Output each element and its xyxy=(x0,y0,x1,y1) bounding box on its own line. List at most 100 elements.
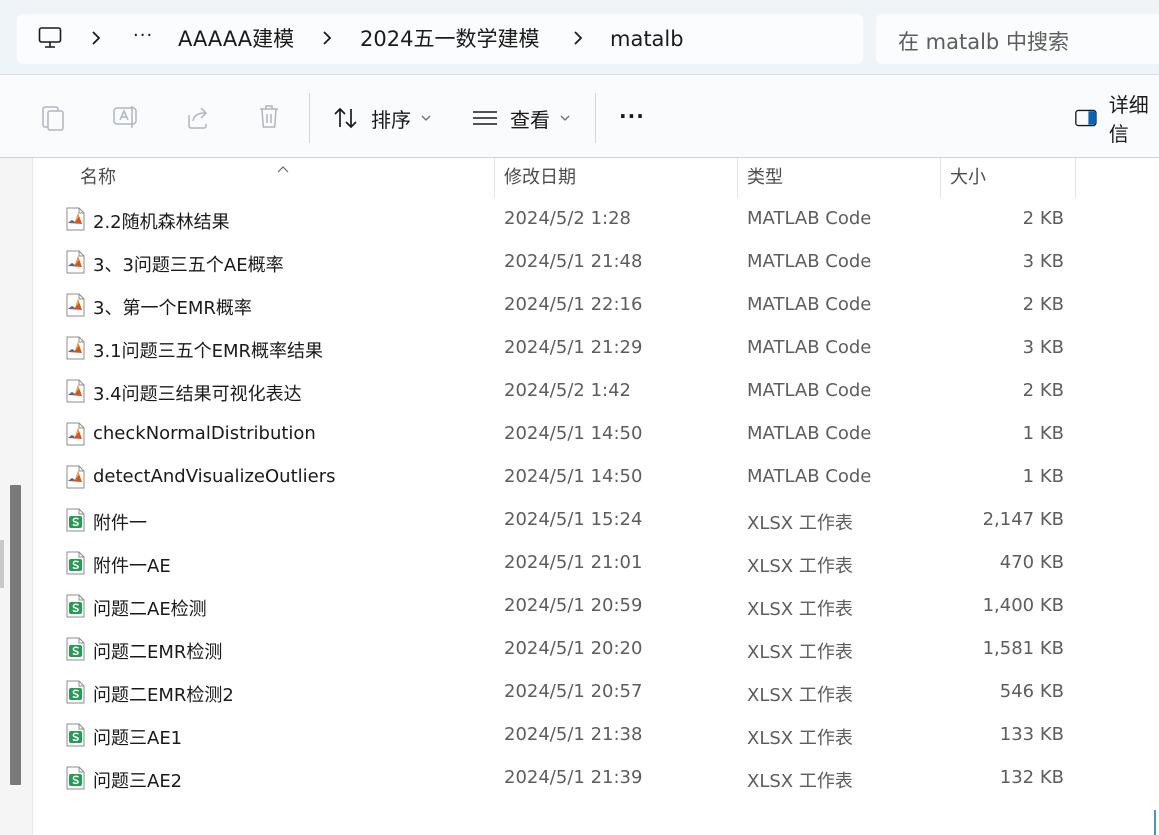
view-button[interactable]: 查看 xyxy=(472,103,570,133)
file-row[interactable]: 3.1问题三五个EMR概率结果 2024/5/1 21:29 MATLAB Code… xyxy=(60,328,1070,371)
file-name: detectAndVisualizeOutliers xyxy=(93,466,336,487)
breadcrumb-item-root[interactable]: AAAAA建模 xyxy=(178,25,294,53)
file-name: 问题二EMR检测 xyxy=(93,642,223,663)
file-row[interactable]: 问题三AE1 2024/5/1 21:38 XLSX 工作表 133 KB xyxy=(60,715,1070,758)
copy-icon[interactable] xyxy=(41,103,65,135)
breadcrumb-item-project[interactable]: 2024五一数学建模 xyxy=(360,25,539,53)
chevron-right-icon[interactable] xyxy=(90,30,102,50)
chevron-down-icon xyxy=(421,115,431,121)
file-size: 1,581 KB xyxy=(982,638,1064,659)
column-divider[interactable] xyxy=(1075,158,1076,198)
file-name: 3.1问题三五个EMR概率结果 xyxy=(93,341,324,362)
delete-icon[interactable] xyxy=(257,103,281,135)
file-size: 470 KB xyxy=(999,552,1064,573)
matlab-file-icon xyxy=(65,379,87,407)
matlab-file-icon xyxy=(65,293,87,321)
column-header-size[interactable]: 大小 xyxy=(950,158,986,198)
chevron-right-icon[interactable] xyxy=(572,30,584,50)
file-row[interactable]: 附件一AE 2024/5/1 21:01 XLSX 工作表 470 KB xyxy=(60,543,1070,586)
file-size: 2,147 KB xyxy=(982,509,1064,530)
more-options-button[interactable]: ··· xyxy=(619,101,645,131)
xlsx-file-icon xyxy=(65,637,87,665)
sort-label: 排序 xyxy=(371,107,411,132)
file-size: 1 KB xyxy=(1022,466,1064,487)
sort-ascending-icon xyxy=(276,158,290,177)
file-modified-date: 2024/5/1 20:59 xyxy=(504,595,643,616)
column-header-type[interactable]: 类型 xyxy=(747,158,783,198)
file-type: MATLAB Code xyxy=(747,423,872,444)
file-type: XLSX 工作表 xyxy=(747,513,853,534)
toolbar-divider xyxy=(595,93,596,143)
breadcrumb-item-current[interactable]: matalb xyxy=(610,25,684,53)
file-size: 2 KB xyxy=(1022,208,1064,229)
column-divider[interactable] xyxy=(737,158,738,198)
file-name: 问题三AE2 xyxy=(93,771,183,792)
file-type: XLSX 工作表 xyxy=(747,685,853,706)
rename-icon[interactable] xyxy=(112,103,140,135)
file-modified-date: 2024/5/1 14:50 xyxy=(504,466,643,487)
xlsx-file-icon xyxy=(65,594,87,622)
column-divider[interactable] xyxy=(940,158,941,198)
file-modified-date: 2024/5/1 22:16 xyxy=(504,294,643,315)
file-modified-date: 2024/5/1 21:39 xyxy=(504,767,643,788)
chevron-right-icon[interactable] xyxy=(321,30,333,50)
file-row[interactable]: 问题三AE2 2024/5/1 21:39 XLSX 工作表 132 KB xyxy=(60,758,1070,801)
xlsx-file-icon xyxy=(65,508,87,536)
matlab-file-icon xyxy=(65,465,87,493)
matlab-file-icon xyxy=(65,250,87,278)
file-type: XLSX 工作表 xyxy=(747,599,853,620)
file-type: MATLAB Code xyxy=(747,294,872,315)
view-label: 查看 xyxy=(510,107,550,132)
file-size: 2 KB xyxy=(1022,380,1064,401)
file-row[interactable]: 3、3问题三五个AE概率 2024/5/1 21:48 MATLAB Code 3 K… xyxy=(60,242,1070,285)
file-row[interactable]: 3、第一个EMR概率 2024/5/1 22:16 MATLAB Code 2 KB xyxy=(60,285,1070,328)
file-size: 1 KB xyxy=(1022,423,1064,444)
file-type: MATLAB Code xyxy=(747,380,872,401)
details-pane-icon xyxy=(1075,109,1097,127)
file-size: 133 KB xyxy=(999,724,1064,745)
file-type: MATLAB Code xyxy=(747,337,872,358)
file-size: 2 KB xyxy=(1022,294,1064,315)
matlab-file-icon xyxy=(65,336,87,364)
file-modified-date: 2024/5/1 20:20 xyxy=(504,638,643,659)
details-pane-button[interactable]: 详细信 xyxy=(1075,93,1159,146)
toolbar-divider xyxy=(309,93,310,143)
file-row[interactable]: 2.2随机森林结果 2024/5/2 1:28 MATLAB Code 2 KB xyxy=(60,199,1070,242)
share-icon[interactable] xyxy=(185,103,211,135)
xlsx-file-icon xyxy=(65,551,87,579)
pane-resize-handle[interactable] xyxy=(0,540,4,588)
file-name: 3.4问题三结果可视化表达 xyxy=(93,384,302,405)
xlsx-file-icon xyxy=(65,723,87,751)
file-row[interactable]: 问题二EMR检测2 2024/5/1 20:57 XLSX 工作表 546 KB xyxy=(60,672,1070,715)
file-row[interactable]: 问题二AE检测 2024/5/1 20:59 XLSX 工作表 1,400 KB xyxy=(60,586,1070,629)
file-type: MATLAB Code xyxy=(747,466,872,487)
file-name: 附件一AE xyxy=(93,556,171,577)
file-row[interactable]: detectAndVisualizeOutliers 2024/5/1 14:50… xyxy=(60,457,1070,500)
file-row[interactable]: 附件一 2024/5/1 15:24 XLSX 工作表 2,147 KB xyxy=(60,500,1070,543)
xlsx-file-icon xyxy=(65,680,87,708)
file-row[interactable]: 3.4问题三结果可视化表达 2024/5/2 1:42 MATLAB Code 2 K… xyxy=(60,371,1070,414)
file-modified-date: 2024/5/1 21:01 xyxy=(504,552,643,573)
search-input[interactable]: 在 matalb 中搜索 xyxy=(876,14,1159,64)
this-pc-icon[interactable] xyxy=(38,26,62,54)
file-type: XLSX 工作表 xyxy=(747,728,853,749)
file-list: 名称 修改日期 类型 大小 2.2随机森林结果 2024/5/2 1:28 MATL… xyxy=(0,158,1159,835)
column-divider[interactable] xyxy=(494,158,495,198)
file-size: 1,400 KB xyxy=(982,595,1064,616)
file-name: 3、第一个EMR概率 xyxy=(93,298,252,319)
file-modified-date: 2024/5/1 21:48 xyxy=(504,251,643,272)
column-header-name[interactable]: 名称 xyxy=(80,158,116,198)
file-name: 附件一 xyxy=(93,513,147,534)
address-bar-strip: ··· AAAAA建模 2024五一数学建模 matalb 在 matalb 中… xyxy=(0,0,1159,74)
sort-button[interactable]: 排序 xyxy=(333,103,431,133)
scrollbar-thumb[interactable] xyxy=(10,485,21,785)
view-list-icon xyxy=(473,111,497,125)
file-modified-date: 2024/5/2 1:42 xyxy=(504,380,631,401)
file-row[interactable]: checkNormalDistribution 2024/5/1 14:50 MAT… xyxy=(60,414,1070,457)
file-size: 132 KB xyxy=(999,767,1064,788)
breadcrumb-overflow-button[interactable]: ··· xyxy=(133,25,153,46)
column-header-modified[interactable]: 修改日期 xyxy=(504,158,576,198)
file-row[interactable]: 问题二EMR检测 2024/5/1 20:20 XLSX 工作表 1,581 KB xyxy=(60,629,1070,672)
file-name: 问题三AE1 xyxy=(93,728,183,749)
file-name: checkNormalDistribution xyxy=(93,423,316,444)
